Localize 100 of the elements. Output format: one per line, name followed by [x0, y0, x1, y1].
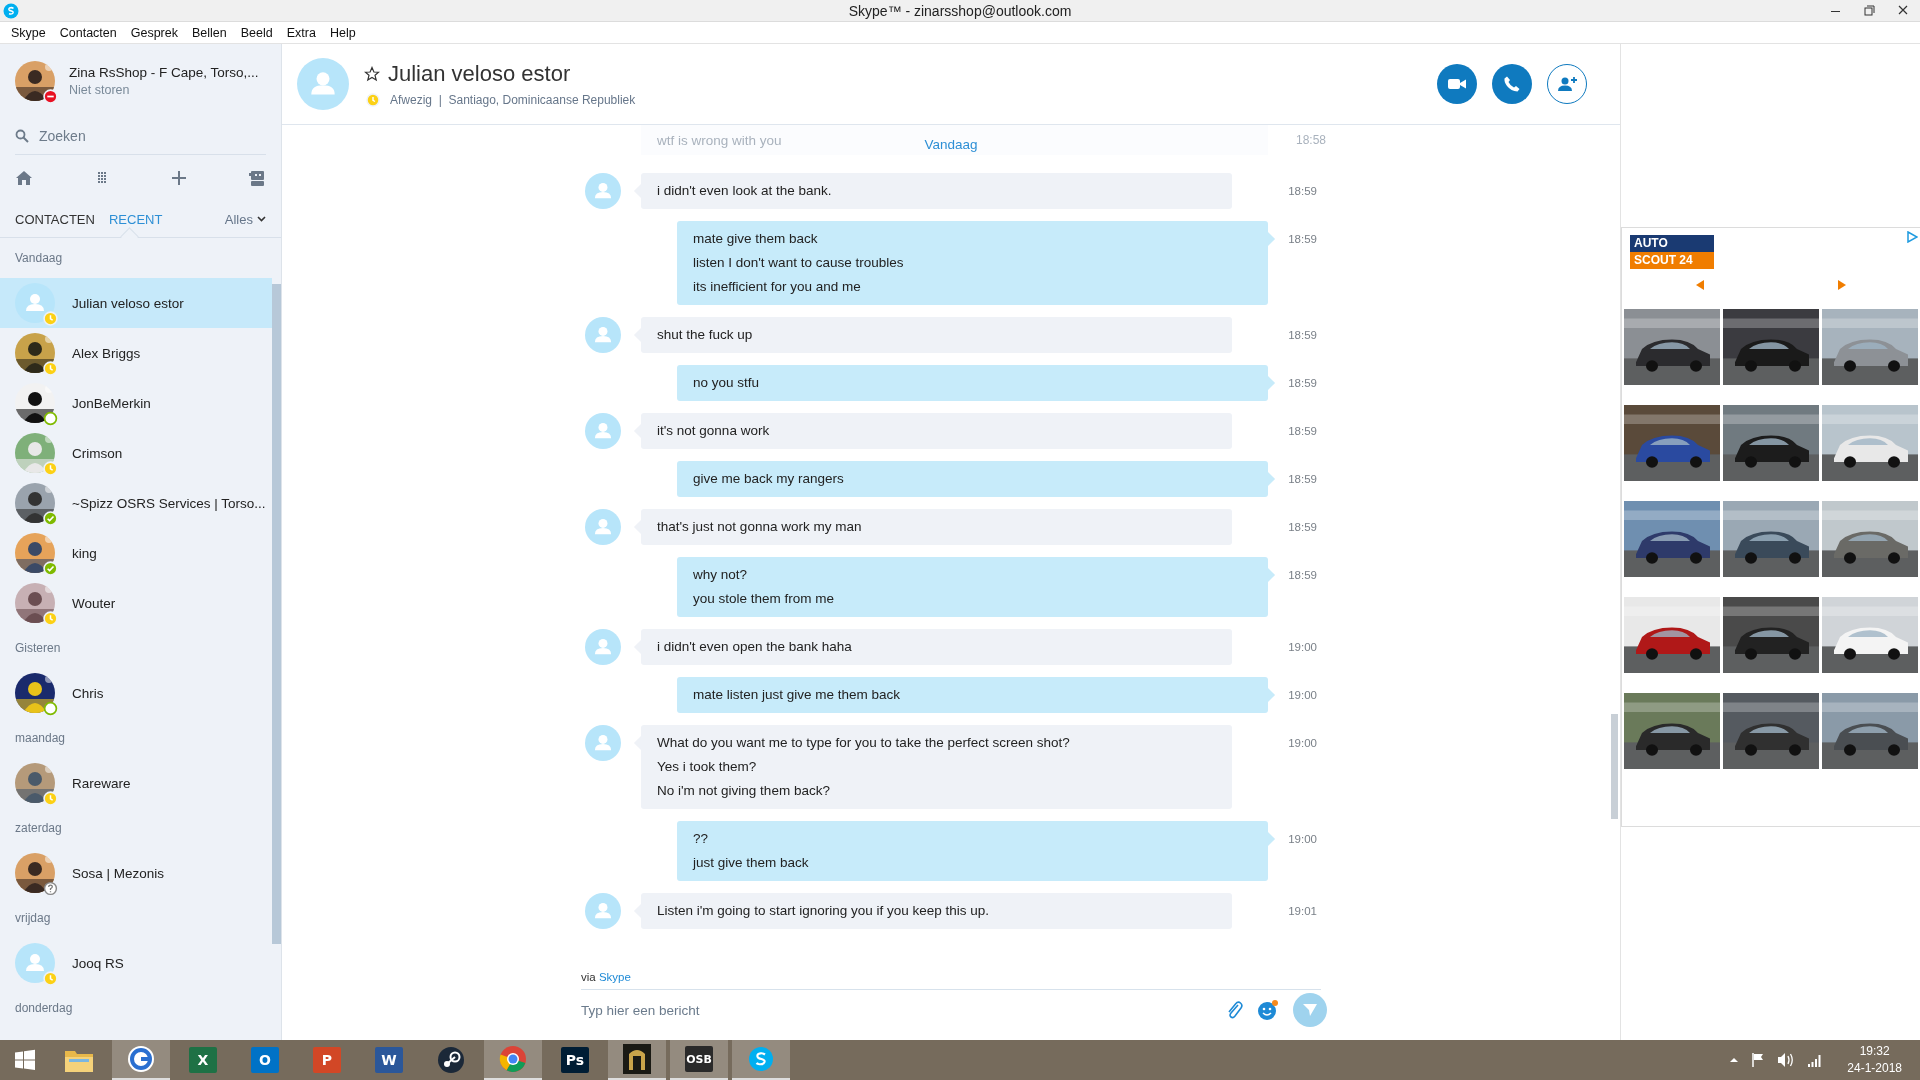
menu-item[interactable]: Contacten — [52, 25, 124, 40]
contact-item[interactable]: Chris — [0, 668, 272, 718]
paperclip-icon[interactable] — [1225, 1000, 1243, 1020]
contact-name: Wouter — [72, 595, 116, 611]
star-icon[interactable] — [364, 66, 380, 82]
ad-logo-text: AUTO — [1630, 235, 1714, 252]
add-person-icon — [1556, 75, 1578, 93]
filter-dropdown[interactable]: Alles — [224, 211, 266, 227]
message-time: 18:59 — [1288, 329, 1317, 341]
contact-item[interactable]: king — [0, 528, 272, 578]
message-text: give me back my rangers — [693, 470, 845, 488]
contact-name: Crimson — [72, 445, 123, 461]
app-icon — [127, 1045, 155, 1073]
emoticon-icon[interactable] — [1257, 999, 1279, 1021]
windows-start-icon[interactable] — [14, 1049, 36, 1071]
search-field[interactable]: Zoeken — [39, 128, 239, 144]
next-arrow-icon[interactable] — [1836, 279, 1848, 291]
profile-name[interactable]: Zina RsShop - F Cape, Torso,... — [69, 65, 259, 80]
message-text: Listen i'm going to start ignoring you if you keep this up. — [657, 902, 990, 920]
contact-item[interactable]: ~Spizz OSRS Services | Torso... — [0, 478, 272, 528]
chevron-down-icon — [257, 216, 266, 222]
message-time: 18:59 — [1288, 377, 1317, 389]
clock-time[interactable]: 19:32 — [1847, 1043, 1902, 1060]
contact-item[interactable]: Sosa | Mezonis — [0, 848, 272, 898]
contact-item[interactable]: Wouter — [0, 578, 272, 628]
contact-name: JonBeMerkin — [72, 395, 151, 411]
contact-name-heading: Julian veloso estor — [388, 61, 571, 87]
taskbar-button[interactable]: P — [298, 1040, 356, 1080]
previous-arrow-icon[interactable] — [1694, 279, 1706, 291]
menu-item[interactable]: Bellen — [185, 25, 234, 40]
taskbar-button[interactable] — [608, 1040, 666, 1080]
contact-item[interactable]: Alex Briggs — [0, 328, 272, 378]
message-text: its inefficient for you and me — [693, 278, 862, 296]
message-text: mate listen just give me them back — [693, 686, 902, 704]
bot-icon[interactable] — [247, 169, 266, 187]
ad-logo-text: SCOUT 24 — [1630, 252, 1714, 269]
contact-item[interactable]: Crimson — [0, 428, 272, 478]
message-text: ?? — [693, 830, 710, 848]
via-text: via Skype — [581, 971, 631, 983]
message-text: Yes i took them? — [657, 758, 758, 776]
call-button[interactable] — [1492, 64, 1532, 104]
menu-item[interactable]: Beeld — [233, 25, 280, 40]
group-header: Vandaag — [15, 251, 63, 265]
avatar-icon — [585, 725, 621, 761]
flag-icon[interactable] — [1751, 1052, 1766, 1068]
window-title: Skype™ - zinarsshop@outlook.com — [848, 2, 1072, 19]
send-icon — [1302, 1002, 1318, 1018]
taskbar-button[interactable]: OSB — [670, 1040, 728, 1080]
contact-item[interactable]: Rareware — [0, 758, 272, 808]
message-time: 18:58 — [1295, 133, 1326, 147]
contact-item[interactable]: Julian veloso estor — [0, 278, 272, 328]
plus-icon[interactable] — [170, 169, 189, 187]
group-header: Gisteren — [15, 641, 61, 655]
taskbar-button[interactable]: O — [236, 1040, 294, 1080]
skype-logo-icon — [3, 2, 19, 19]
home-icon[interactable] — [15, 169, 33, 187]
message-time: 19:01 — [1288, 905, 1317, 917]
signal-icon[interactable] — [1807, 1053, 1824, 1067]
message-text: that's just not gonna work my man — [657, 518, 863, 536]
caret-up-icon[interactable] — [1729, 1057, 1740, 1063]
message-time: 18:59 — [1288, 569, 1317, 581]
play-icon[interactable] — [1906, 231, 1918, 243]
scrollbar[interactable] — [1611, 714, 1618, 819]
ad-banner[interactable]: AUTO SCOUT 24 — [1621, 227, 1920, 827]
avatar-icon — [15, 943, 55, 983]
app-icon: X — [189, 1047, 217, 1073]
contact-item[interactable]: JonBeMerkin — [0, 378, 272, 428]
message-text: it's not gonna work — [657, 422, 771, 440]
avatar-icon — [585, 317, 621, 353]
chrome-icon — [499, 1045, 527, 1073]
group-header: zaterdag — [15, 821, 62, 835]
menu-item[interactable]: Gesprek — [123, 25, 185, 40]
helmet-icon — [623, 1044, 651, 1074]
video-call-button[interactable] — [1437, 64, 1477, 104]
sidebar-tab[interactable]: CONTACTEN — [15, 211, 95, 227]
taskbar-button[interactable]: X — [174, 1040, 232, 1080]
taskbar-button[interactable]: W — [360, 1040, 418, 1080]
skype-link[interactable]: Skype — [598, 971, 631, 983]
app-icon: W — [375, 1047, 403, 1073]
speaker-icon[interactable] — [1777, 1052, 1796, 1068]
message-time: 18:59 — [1288, 521, 1317, 533]
avatar-icon — [15, 283, 55, 323]
avatar-icon — [585, 173, 621, 209]
message-text: i didn't even look at the bank. — [657, 182, 833, 200]
message-text: no you stfu — [693, 374, 761, 392]
taskbar-button[interactable]: Ps — [546, 1040, 604, 1080]
contact-name: Chris — [72, 685, 104, 701]
scrollbar[interactable] — [272, 284, 281, 944]
message-text: What do you want me to type for you to take the perfect screen shot? — [657, 734, 1071, 752]
contact-name: king — [72, 545, 97, 561]
add-contact-button[interactable] — [1547, 64, 1587, 104]
app-icon: P — [313, 1047, 341, 1073]
contact-item[interactable]: Jooq RS — [0, 938, 272, 988]
menu-item[interactable]: Skype — [4, 25, 53, 40]
clock-date[interactable]: 24-1-2018 — [1847, 1060, 1902, 1077]
message-text: you stole them from me — [693, 590, 836, 608]
menu-item[interactable]: Help — [322, 25, 363, 40]
menu-item[interactable]: Extra — [279, 25, 323, 40]
message-time: 19:00 — [1288, 641, 1317, 653]
avatar-icon — [585, 413, 621, 449]
